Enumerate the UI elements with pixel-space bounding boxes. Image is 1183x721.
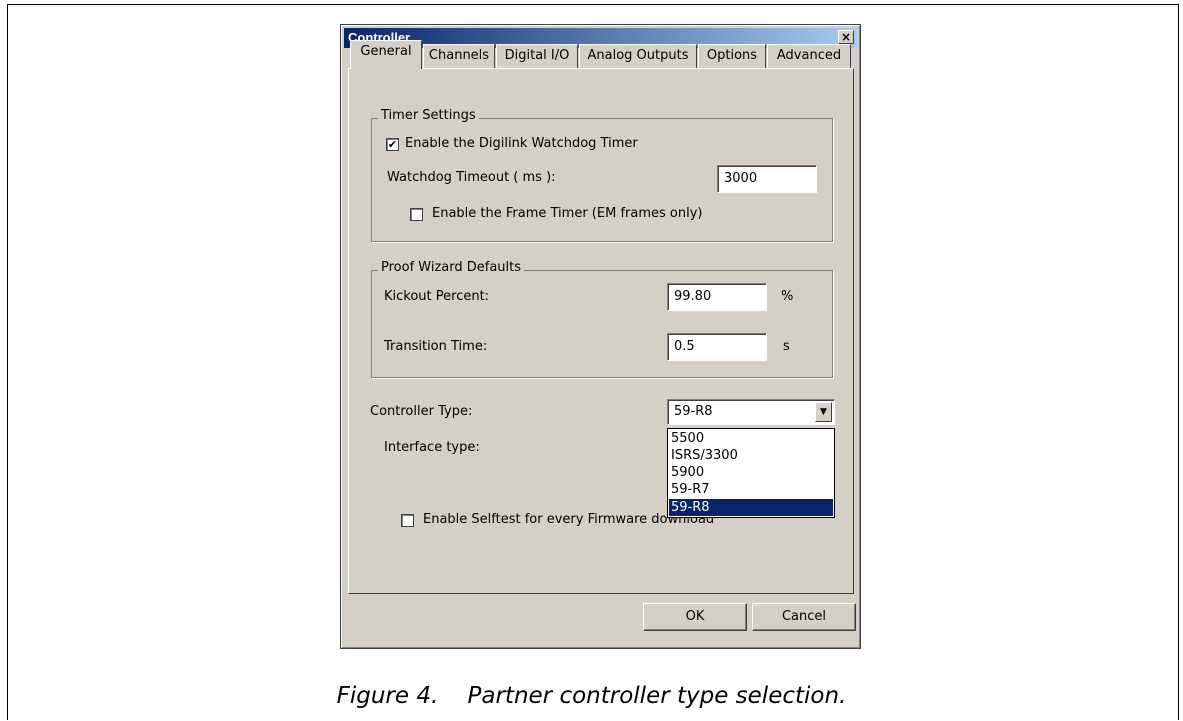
watchdog-timeout-input[interactable]: 3000 <box>717 165 817 193</box>
dropdown-option[interactable]: ISRS/3300 <box>669 447 833 464</box>
tab-digital-io[interactable]: Digital I/O <box>496 44 578 68</box>
interface-type-label: Interface type: <box>384 440 480 455</box>
figure-caption: Figure 4. Partner controller type select… <box>336 683 847 709</box>
frame-timer-checkbox-label[interactable]: Enable the Frame Timer (EM frames only) <box>432 206 702 221</box>
watchdog-checkbox[interactable]: ✔ <box>386 138 399 151</box>
transition-time-label: Transition Time: <box>384 339 488 354</box>
transition-time-unit: s <box>783 339 790 354</box>
cancel-button[interactable]: Cancel <box>752 603 856 631</box>
kickout-percent-unit: % <box>781 289 794 304</box>
ok-button[interactable]: OK <box>643 603 747 631</box>
kickout-percent-input[interactable]: 99.80 <box>667 283 767 311</box>
controller-type-label: Controller Type: <box>370 404 473 419</box>
frame-timer-checkbox[interactable] <box>410 208 423 221</box>
timer-settings-legend: Timer Settings <box>378 108 479 123</box>
controller-type-dropdown-list[interactable]: 5500 ISRS/3300 5900 59-R7 59-R8 <box>667 428 835 518</box>
controller-type-selected: 59-R8 <box>674 404 713 419</box>
tab-options[interactable]: Options <box>698 44 766 68</box>
tab-analog-outputs[interactable]: Analog Outputs <box>579 44 697 68</box>
dropdown-option[interactable]: 5900 <box>669 464 833 481</box>
proof-wizard-legend: Proof Wizard Defaults <box>378 260 525 275</box>
tab-general[interactable]: General <box>350 40 422 69</box>
check-mark-icon: ✔ <box>387 138 398 151</box>
selftest-checkbox[interactable] <box>401 514 414 527</box>
chevron-down-icon[interactable]: ▼ <box>815 402 832 422</box>
close-icon[interactable]: × <box>838 30 854 44</box>
dropdown-option[interactable]: 59-R7 <box>669 481 833 498</box>
watchdog-timeout-label: Watchdog Timeout ( ms ): <box>387 170 556 185</box>
dropdown-option-selected[interactable]: 59-R8 <box>669 499 833 516</box>
tab-advanced[interactable]: Advanced <box>767 44 851 68</box>
transition-time-input[interactable]: 0.5 <box>667 333 767 361</box>
dropdown-option[interactable]: 5500 <box>669 430 833 447</box>
tab-channels[interactable]: Channels <box>423 44 495 68</box>
controller-type-select[interactable]: 59-R8 ▼ <box>667 399 835 425</box>
watchdog-checkbox-label[interactable]: Enable the Digilink Watchdog Timer <box>405 136 638 151</box>
kickout-percent-label: Kickout Percent: <box>384 289 490 304</box>
